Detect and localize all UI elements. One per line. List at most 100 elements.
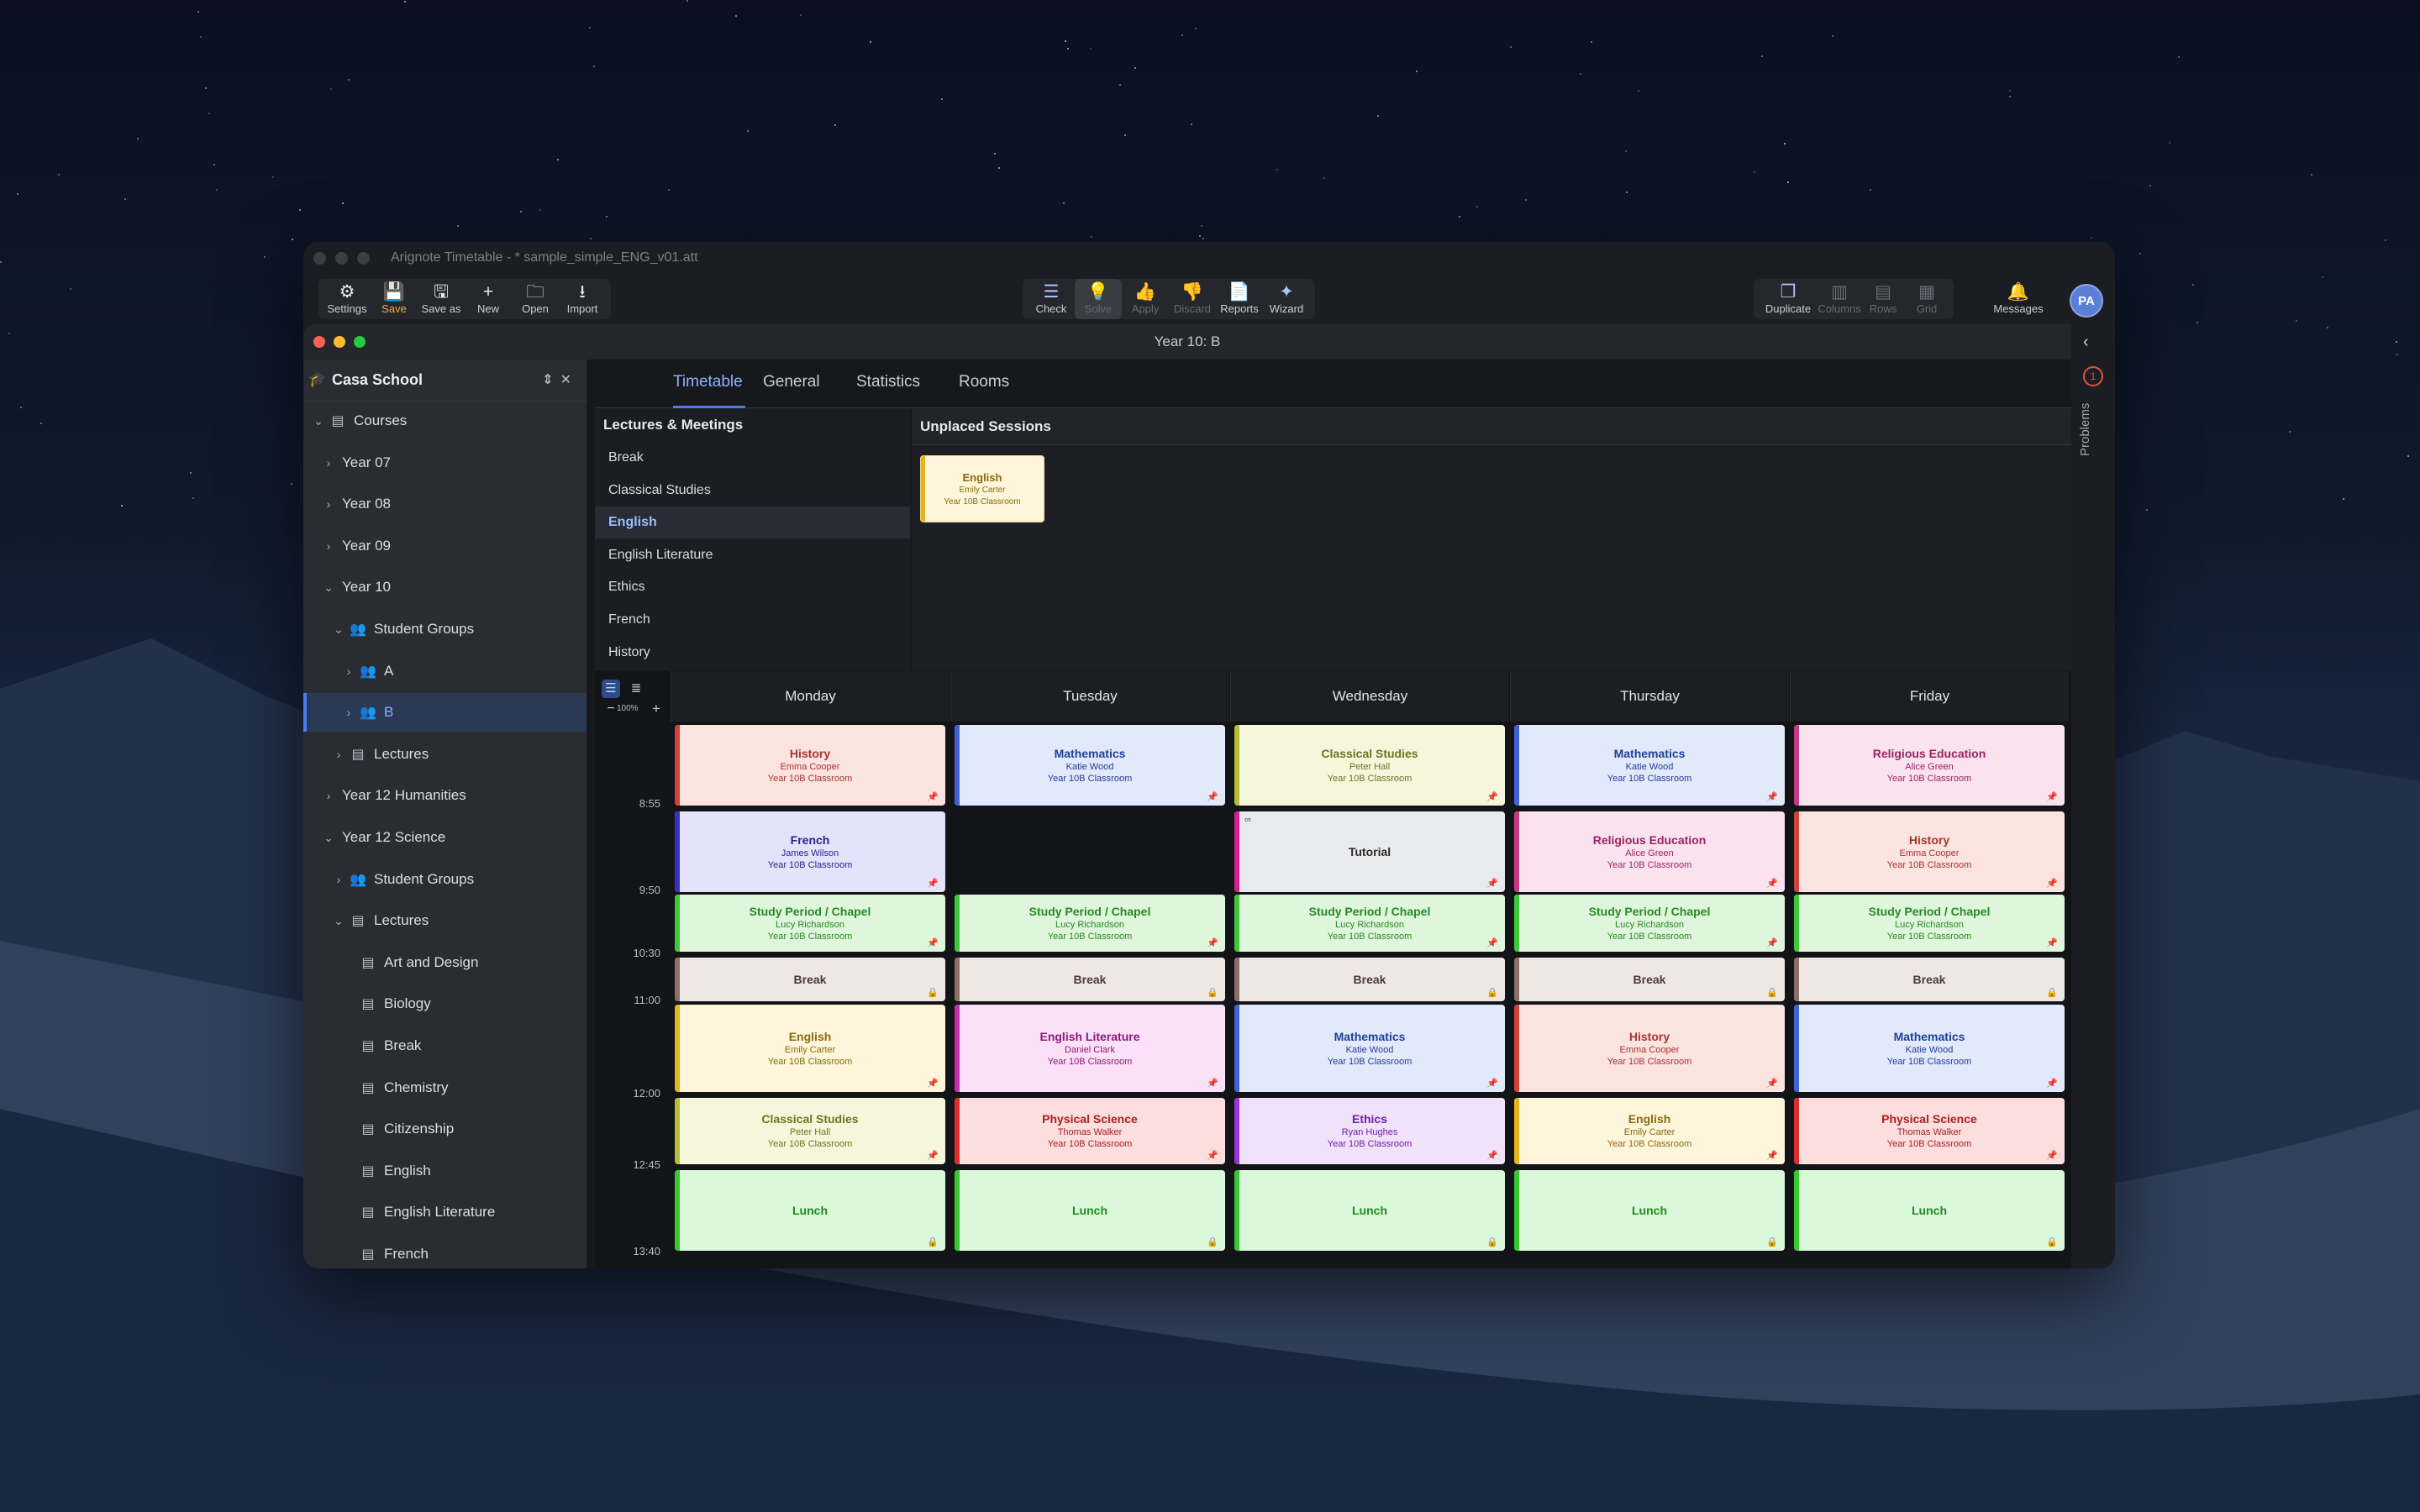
pin-icon[interactable]: 📌: [1486, 937, 1498, 948]
tree-item-year-08[interactable]: › Year 08: [303, 485, 587, 523]
session-card[interactable]: French James Wilson Year 10B Classroom 📌: [675, 811, 945, 892]
session-card[interactable]: English Literature Daniel Clark Year 10B C…: [955, 1005, 1225, 1092]
session-card[interactable]: Lunch 🔒: [1514, 1170, 1785, 1251]
tree-item-courses[interactable]: ⌄ ▤ Courses: [303, 402, 587, 440]
tree-item-student-groups[interactable]: ⌄ 👥 Student Groups: [303, 610, 587, 648]
lock-icon[interactable]: 🔒: [2046, 987, 2058, 998]
session-card[interactable]: Classical Studies Peter Hall Year 10B Clas…: [1234, 725, 1505, 806]
lock-icon[interactable]: 🔒: [1766, 987, 1778, 998]
pin-icon[interactable]: 📌: [927, 937, 939, 948]
pin-icon[interactable]: 📌: [1766, 1150, 1778, 1161]
tree-item-student-groups[interactable]: › 👥 Student Groups: [303, 860, 587, 899]
chevron-right-icon[interactable]: ›: [320, 789, 337, 802]
session-card[interactable]: History Emma Cooper Year 10B Classroom 📌: [1514, 1005, 1785, 1092]
session-card[interactable]: Study Period / Chapel Lucy Richardson Year…: [1794, 895, 2065, 952]
pin-icon[interactable]: 📌: [1207, 937, 1218, 948]
pin-icon[interactable]: 📌: [1766, 791, 1778, 802]
chevron-down-icon[interactable]: ⌄: [320, 580, 337, 595]
columns-button[interactable]: ▥ Columns: [1818, 279, 1861, 319]
tree-item-english[interactable]: ▤ English: [303, 1152, 587, 1190]
lock-icon[interactable]: 🔒: [1207, 1236, 1218, 1247]
pin-icon[interactable]: 📌: [2046, 791, 2058, 802]
messages-button[interactable]: 🔔 Messages: [1987, 279, 2049, 319]
tree-item-lectures[interactable]: › ▤ Lectures: [303, 735, 587, 774]
tree-item-a[interactable]: › 👥 A: [303, 652, 587, 690]
lock-icon[interactable]: 🔒: [927, 1236, 939, 1247]
unplaced-session-card[interactable]: English Emily Carter Year 10B Classroom: [920, 455, 1044, 522]
chevron-right-icon[interactable]: ›: [320, 539, 337, 553]
problems-label[interactable]: Problems: [2078, 403, 2092, 487]
pin-icon[interactable]: 📌: [2046, 1078, 2058, 1089]
session-card[interactable]: History Emma Cooper Year 10B Classroom 📌: [1794, 811, 2065, 892]
new-button[interactable]: + New: [465, 279, 512, 319]
zoom-dot[interactable]: [357, 252, 370, 265]
grid-button[interactable]: ▦ Grid: [1905, 279, 1949, 319]
rows-button[interactable]: ▤ Rows: [1861, 279, 1905, 319]
avatar[interactable]: PA: [2070, 284, 2103, 318]
lecture-item[interactable]: French: [595, 604, 910, 636]
session-card[interactable]: Study Period / Chapel Lucy Richardson Year…: [1514, 895, 1785, 952]
session-card[interactable]: Mathematics Katie Wood Year 10B Classroom 📌: [955, 725, 1225, 806]
lecture-item[interactable]: History: [595, 637, 910, 669]
session-card[interactable]: English Emily Carter Year 10B Classroom 📌: [675, 1005, 945, 1092]
check-button[interactable]: ☰ Check: [1028, 279, 1075, 319]
expand-collapse-icon[interactable]: ⇕✕: [542, 371, 578, 388]
pin-icon[interactable]: 📌: [2046, 1150, 2058, 1161]
pin-icon[interactable]: 📌: [1486, 878, 1498, 889]
lock-icon[interactable]: 🔒: [1486, 1236, 1498, 1247]
save-as-button[interactable]: 🖫 Save as: [418, 279, 465, 319]
wizard-button[interactable]: ✦ Wizard: [1263, 279, 1310, 319]
tree-item-chemistry[interactable]: ▤ Chemistry: [303, 1068, 587, 1107]
lock-icon[interactable]: 🔒: [1766, 1236, 1778, 1247]
session-card[interactable]: History Emma Cooper Year 10B Classroom 📌: [675, 725, 945, 806]
chevron-right-icon[interactable]: ›: [320, 497, 337, 511]
tree-item-year-10[interactable]: ⌄ Year 10: [303, 568, 587, 606]
save-button[interactable]: 💾 Save: [371, 279, 418, 319]
session-card[interactable]: Lunch 🔒: [955, 1170, 1225, 1251]
list-view-icon[interactable]: ≣: [627, 680, 645, 698]
minimize-dot[interactable]: [335, 252, 348, 265]
duplicate-button[interactable]: ❐ Duplicate: [1759, 279, 1818, 319]
tree-item-year-07[interactable]: › Year 07: [303, 444, 587, 482]
session-card[interactable]: Lunch 🔒: [675, 1170, 945, 1251]
chevron-down-icon[interactable]: ⌄: [330, 914, 347, 928]
chevron-right-icon[interactable]: ›: [340, 664, 357, 678]
tab-general[interactable]: General: [763, 373, 820, 391]
session-card[interactable]: Lunch 🔒: [1794, 1170, 2065, 1251]
zoom-in-icon[interactable]: +: [647, 700, 666, 718]
apply-button[interactable]: 👍 Apply: [1122, 279, 1169, 319]
lock-icon[interactable]: 🔒: [1486, 987, 1498, 998]
lecture-item[interactable]: English: [595, 507, 910, 539]
pin-icon[interactable]: 📌: [927, 878, 939, 889]
close-dot[interactable]: [313, 252, 326, 265]
pin-icon[interactable]: 📌: [1486, 1150, 1498, 1161]
chevron-right-icon[interactable]: ›: [330, 873, 347, 886]
close-dot[interactable]: [313, 336, 325, 348]
pin-icon[interactable]: 📌: [2046, 878, 2058, 889]
chevron-right-icon[interactable]: ›: [340, 706, 357, 719]
problems-count-badge[interactable]: 1: [2083, 366, 2103, 386]
collapse-chevron-icon[interactable]: ‹: [2083, 333, 2089, 352]
session-card[interactable]: Physical Science Thomas Walker Year 10B Cl…: [1794, 1098, 2065, 1164]
tab-statistics[interactable]: Statistics: [856, 373, 920, 391]
tab-timetable[interactable]: Timetable: [673, 373, 743, 391]
lock-icon[interactable]: 🔒: [2046, 1236, 2058, 1247]
session-card[interactable]: Break 🔒: [1794, 958, 2065, 1001]
chevron-down-icon[interactable]: ⌄: [310, 414, 327, 428]
pin-icon[interactable]: 📌: [1766, 1078, 1778, 1089]
session-card[interactable]: Break 🔒: [1514, 958, 1785, 1001]
session-card[interactable]: Religious Education Alice Green Year 10B C…: [1794, 725, 2065, 806]
session-card[interactable]: Ethics Ryan Hughes Year 10B Classroom 📌: [1234, 1098, 1505, 1164]
tree-item-citizenship[interactable]: ▤ Citizenship: [303, 1110, 587, 1148]
session-card[interactable]: Mathematics Katie Wood Year 10B Classroom 📌: [1794, 1005, 2065, 1092]
tree-item-biology[interactable]: ▤ Biology: [303, 984, 587, 1023]
school-header[interactable]: 🎓 Casa School ⇕✕: [303, 360, 587, 402]
tree-item-art-and-design[interactable]: ▤ Art and Design: [303, 943, 587, 982]
tree-item-year-09[interactable]: › Year 09: [303, 527, 587, 565]
tab-rooms[interactable]: Rooms: [959, 373, 1009, 391]
pin-icon[interactable]: 📌: [927, 791, 939, 802]
session-card[interactable]: Break 🔒: [1234, 958, 1505, 1001]
session-card[interactable]: Break 🔒: [675, 958, 945, 1001]
tree-item-english-literature[interactable]: ▤ English Literature: [303, 1193, 587, 1231]
lock-icon[interactable]: 🔒: [1207, 987, 1218, 998]
